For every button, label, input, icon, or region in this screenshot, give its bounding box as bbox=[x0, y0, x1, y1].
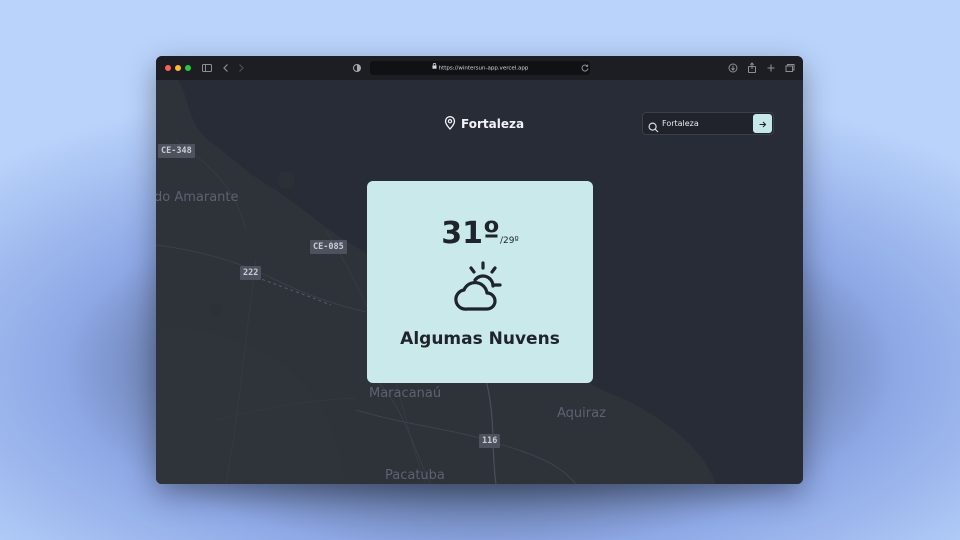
lock-icon bbox=[432, 61, 437, 75]
city-name: Fortaleza bbox=[461, 117, 525, 131]
map-pin-icon bbox=[444, 115, 456, 134]
page-content: do Amarante Maracanaú Aquiraz Pacatuba C… bbox=[156, 80, 803, 484]
road-shield-222: 222 bbox=[240, 266, 262, 280]
search-icon bbox=[648, 118, 659, 137]
map-label-aquiraz: Aquiraz bbox=[557, 406, 606, 421]
browser-toolbar: https://wintersun-app.vercel.app bbox=[156, 56, 803, 81]
sidebar-icon[interactable] bbox=[200, 61, 214, 75]
reload-icon[interactable] bbox=[578, 61, 592, 75]
browser-window: https://wintersun-app.vercel.app do Amar… bbox=[156, 56, 803, 484]
search-submit-button[interactable] bbox=[753, 114, 772, 133]
url-text: https://wintersun-app.vercel.app bbox=[438, 65, 529, 72]
forward-icon[interactable] bbox=[234, 61, 248, 75]
road-shield-ce348: CE-348 bbox=[158, 144, 195, 158]
min-temperature: /29º bbox=[499, 236, 519, 246]
new-tab-icon[interactable] bbox=[764, 61, 778, 75]
weather-card: 31º/29º Algumas Nuvens bbox=[367, 181, 593, 383]
download-icon[interactable] bbox=[726, 61, 740, 75]
map-label-amarante: do Amarante bbox=[156, 190, 239, 205]
url-bar[interactable]: https://wintersun-app.vercel.app bbox=[370, 61, 590, 75]
partly-cloudy-icon bbox=[451, 261, 509, 316]
search-input[interactable] bbox=[662, 115, 746, 131]
arrow-right-icon bbox=[758, 114, 767, 133]
map-label-pacatuba: Pacatuba bbox=[385, 468, 445, 483]
current-temperature: 31º bbox=[441, 216, 500, 251]
back-icon[interactable] bbox=[219, 61, 233, 75]
minimize-window-button[interactable] bbox=[175, 65, 181, 71]
road-shield-ce085: CE-085 bbox=[310, 240, 347, 254]
maximize-window-button[interactable] bbox=[185, 65, 191, 71]
weather-description: Algumas Nuvens bbox=[400, 329, 560, 349]
search-box bbox=[642, 112, 774, 135]
share-icon[interactable] bbox=[745, 61, 759, 75]
close-window-button[interactable] bbox=[165, 65, 171, 71]
tabs-overview-icon[interactable] bbox=[783, 61, 797, 75]
map-label-maracanau: Maracanaú bbox=[369, 386, 442, 401]
road-shield-116: 116 bbox=[479, 434, 501, 448]
temperature-row: 31º/29º bbox=[367, 216, 593, 251]
city-header: Fortaleza bbox=[444, 115, 524, 133]
shield-icon[interactable] bbox=[350, 61, 364, 75]
